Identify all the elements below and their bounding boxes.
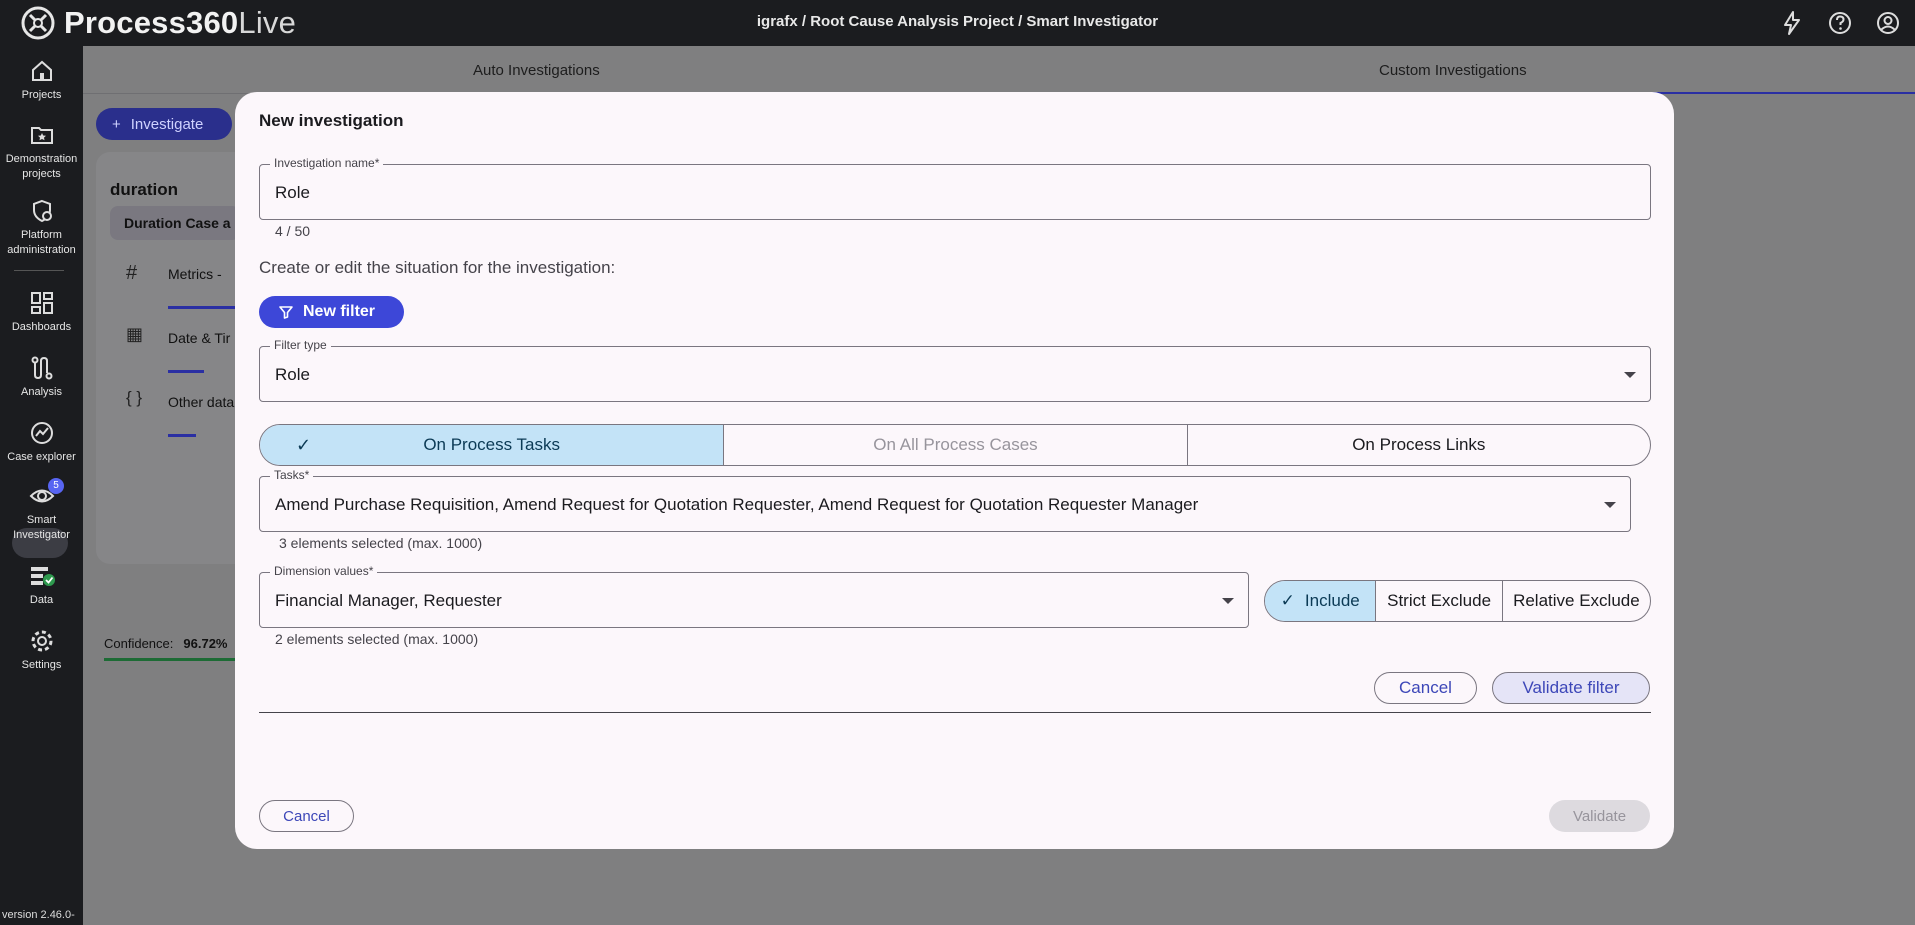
- validate-button[interactable]: Validate: [1549, 800, 1650, 832]
- check-icon: ✓: [296, 434, 312, 455]
- tasks-select[interactable]: Tasks* Amend Purchase Requisition, Amend…: [259, 468, 1631, 532]
- filter-cancel-button[interactable]: Cancel: [1374, 672, 1477, 704]
- date-row: Date & Tir: [168, 330, 231, 346]
- cancel-button[interactable]: Cancel: [259, 800, 354, 832]
- metrics-row: Metrics -: [168, 266, 222, 282]
- new-investigation-dialog: New investigation Investigation name* Ro…: [235, 92, 1674, 849]
- notification-badge: 5: [48, 478, 64, 494]
- admin-gear-icon: [32, 199, 52, 223]
- nav-data[interactable]: Data: [0, 563, 83, 608]
- tasks-label: Tasks*: [270, 468, 314, 482]
- check-icon: ✓: [1280, 591, 1295, 610]
- card-title: duration: [110, 180, 178, 199]
- dimension-values-select[interactable]: Dimension values* Financial Manager, Req…: [259, 564, 1249, 628]
- date-bar: [168, 370, 204, 373]
- account-icon[interactable]: [1875, 10, 1901, 36]
- chevron-down-icon: [1222, 598, 1234, 604]
- dashboard-icon: [30, 292, 53, 314]
- mode-strict-exclude[interactable]: Strict Exclude: [1375, 581, 1501, 621]
- tab-custom-investigations[interactable]: Custom Investigations: [1379, 62, 1527, 79]
- scope-on-process-tasks[interactable]: ✓ On Process Tasks: [260, 425, 724, 465]
- nav-projects[interactable]: Projects: [0, 58, 83, 103]
- scope-on-process-links[interactable]: On Process Links: [1186, 425, 1650, 465]
- new-filter-button[interactable]: New filter: [259, 296, 404, 328]
- lightning-icon[interactable]: [1779, 10, 1805, 36]
- card-chip: Duration Case a: [110, 206, 240, 240]
- tab-auto-investigations[interactable]: Auto Investigations: [473, 62, 600, 79]
- tasks-helper: 3 elements selected (max. 1000): [279, 535, 483, 551]
- braces-icon: { }: [126, 388, 143, 407]
- nav-demonstration-projects[interactable]: Demonstration projects: [0, 122, 83, 182]
- help-icon[interactable]: [1827, 10, 1853, 36]
- investigation-name-value: Role: [275, 183, 310, 202]
- name-char-counter: 4 / 50: [275, 223, 311, 239]
- filter-scope-toggle: ✓ On Process Tasks On All Process Cases …: [259, 424, 1651, 466]
- scope-on-all-process-cases[interactable]: On All Process Cases: [723, 425, 1186, 465]
- dimension-helper: 2 elements selected (max. 1000): [275, 631, 479, 647]
- tasks-value: Amend Purchase Requisition, Amend Reques…: [275, 495, 1199, 514]
- mode-relative-exclude[interactable]: Relative Exclude: [1501, 581, 1650, 621]
- investigation-tabs: Auto Investigations Custom Investigation…: [83, 46, 1915, 94]
- filter-type-select[interactable]: Filter type Role: [259, 338, 1651, 402]
- other-data-row: Other data: [168, 394, 235, 410]
- dimension-values-value: Financial Manager, Requester: [275, 591, 502, 610]
- other-data-bar: [168, 434, 196, 437]
- mode-include[interactable]: ✓ Include: [1265, 581, 1376, 621]
- plus-icon: +: [112, 115, 121, 133]
- nav-divider: [14, 270, 64, 271]
- analysis-icon: [31, 356, 52, 380]
- case-explorer-icon: [30, 422, 53, 444]
- version-label: version 2.46.0-: [2, 909, 75, 921]
- dimension-mode-toggle: ✓ Include Strict Exclude Relative Exclud…: [1264, 580, 1651, 622]
- investigation-name-label: Investigation name*: [270, 156, 384, 170]
- top-bar: Process360Live igrafx / Root Cause Analy…: [0, 0, 1915, 46]
- dimension-values-label: Dimension values*: [270, 564, 378, 578]
- nav-smart-investigator[interactable]: Smart Investigator: [0, 483, 83, 543]
- chevron-down-icon: [1624, 372, 1636, 378]
- situation-prompt: Create or edit the situation for the inv…: [259, 258, 616, 277]
- settings-icon: [31, 630, 52, 652]
- investigation-name-field[interactable]: Investigation name* Role: [259, 156, 1651, 220]
- validate-filter-button[interactable]: Validate filter: [1492, 672, 1650, 704]
- investigate-button[interactable]: + Investigate: [96, 108, 232, 140]
- data-icon: [30, 567, 55, 586]
- confidence-label: Confidence: 96.72%: [104, 636, 228, 651]
- nav-settings[interactable]: Settings: [0, 628, 83, 673]
- nav-dashboards[interactable]: Dashboards: [0, 290, 83, 335]
- filter-type-value: Role: [275, 365, 310, 384]
- home-icon: [31, 60, 52, 81]
- filter-icon: [279, 306, 293, 319]
- nav-case-explorer[interactable]: Case explorer: [0, 420, 83, 465]
- hash-icon: #: [126, 262, 138, 284]
- nav-platform-administration[interactable]: Platform administration: [0, 198, 83, 258]
- dialog-title: New investigation: [259, 111, 404, 130]
- left-navigation: Projects Demonstration projects Platform…: [0, 46, 83, 925]
- nav-analysis[interactable]: Analysis: [0, 355, 83, 400]
- filter-type-label: Filter type: [270, 338, 331, 352]
- calendar-icon: ▦: [126, 324, 144, 344]
- folder-star-icon: [30, 127, 53, 144]
- chevron-down-icon: [1604, 502, 1616, 508]
- breadcrumb: igrafx / Root Cause Analysis Project / S…: [756, 13, 1159, 30]
- section-divider: [259, 712, 1651, 713]
